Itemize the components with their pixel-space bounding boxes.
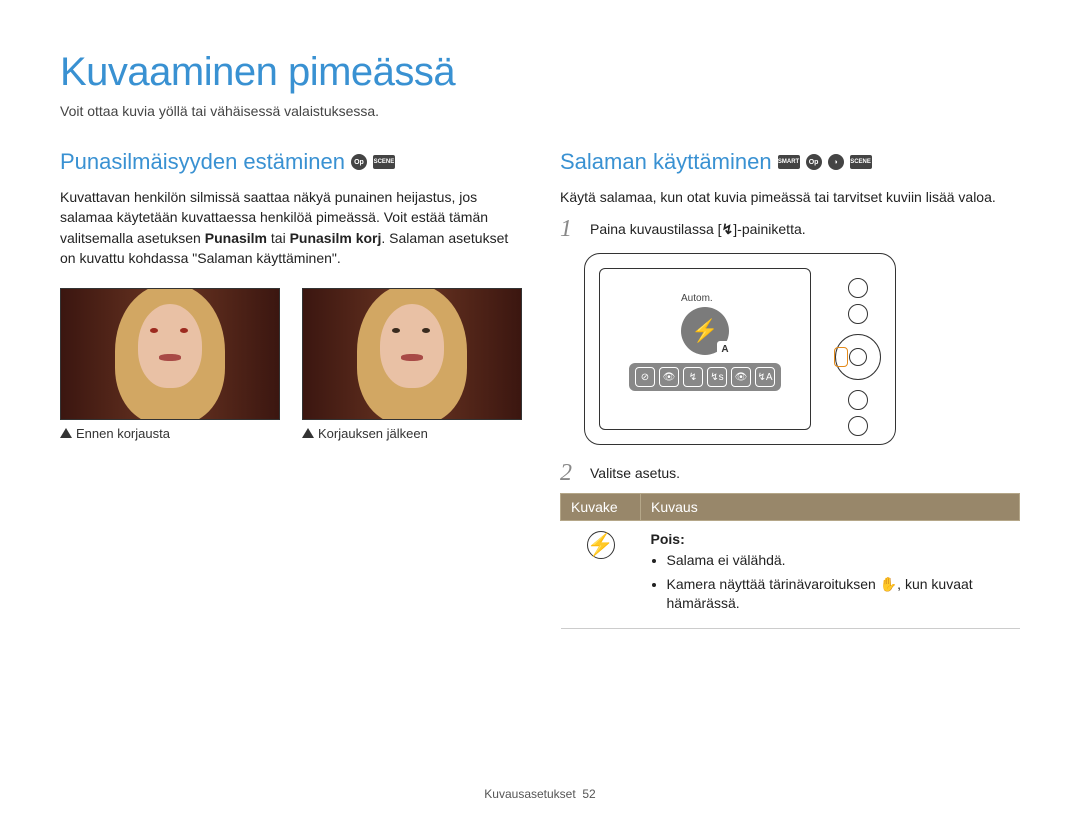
mode-icon-program: Op xyxy=(351,154,367,170)
flash-auto-badge: A xyxy=(717,341,733,357)
row0-b2-a: Kamera näyttää tärinävaroituksen xyxy=(667,576,880,592)
flash-heading-text: Salaman käyttäminen xyxy=(560,149,772,175)
flash-button-icon: ↯ xyxy=(722,221,734,238)
flash-mode-big-icon: ⚡ A xyxy=(681,307,729,355)
flash-heading: Salaman käyttäminen SMART Op ◑ SCENE xyxy=(560,149,1020,175)
step-1-number: 1 xyxy=(560,217,580,241)
step-1-text: Paina kuvaustilassa [↯]-painiketta. xyxy=(590,221,1020,238)
table-row: ⚡ Pois: Salama ei välähdä. Kamera näyttä… xyxy=(561,521,1020,629)
camera-dpad xyxy=(835,334,881,380)
step-2-text: Valitse asetus. xyxy=(590,465,1020,481)
flash-option-auto-icon: ↯A xyxy=(755,367,775,387)
flash-option-slow-icon: ↯s xyxy=(707,367,727,387)
redeye-bold-2: Punasilm korj xyxy=(290,230,382,246)
camera-side-buttons xyxy=(835,278,881,436)
camera-screen: Autom. ⚡ A ⊘ 👁 ↯ ↯s 👁 ↯A xyxy=(599,268,811,430)
caption-after-text: Korjauksen jälkeen xyxy=(318,426,428,441)
flash-mode-strip: ⊘ 👁 ↯ ↯s 👁 ↯A xyxy=(629,363,781,391)
camera-button-1 xyxy=(848,278,868,298)
flash-intro: Käytä salamaa, kun otat kuvia pimeässä t… xyxy=(560,187,1020,207)
mode-icon-dual: ◑ xyxy=(828,154,844,170)
redeye-heading-text: Punasilmäisyyden estäminen xyxy=(60,149,345,175)
caption-marker-icon xyxy=(60,426,72,441)
th-icon: Kuvake xyxy=(561,494,641,521)
camera-dpad-left-highlight xyxy=(834,347,848,367)
caption-after: Korjauksen jälkeen xyxy=(302,426,520,441)
flash-option-off-icon: ⊘ xyxy=(635,367,655,387)
step1-a: Paina kuvaustilassa [ xyxy=(590,221,722,237)
caption-marker-icon xyxy=(302,426,314,441)
row-off-bullet-2: Kamera näyttää tärinävaroituksen ✋, kun … xyxy=(667,575,1010,614)
sample-photo-before xyxy=(60,288,280,420)
step-2-number: 2 xyxy=(560,461,580,485)
step-2: 2 Valitse asetus. xyxy=(560,461,1020,485)
step1-b: ]-painiketta. xyxy=(733,221,805,237)
mode-icon-scene: SCENE xyxy=(850,155,872,169)
row-desc-off: Pois: Salama ei välähdä. Kamera näyttää … xyxy=(641,521,1020,629)
redeye-text-b: tai xyxy=(267,230,290,246)
camera-button-2 xyxy=(848,304,868,324)
camera-illustration: Autom. ⚡ A ⊘ 👁 ↯ ↯s 👁 ↯A xyxy=(584,253,896,445)
th-desc: Kuvaus xyxy=(641,494,1020,521)
row-off-bullet-1: Salama ei välähdä. xyxy=(667,551,1010,571)
mode-icon-smart: SMART xyxy=(778,155,800,169)
redeye-bold-1: Punasilm xyxy=(205,230,267,246)
flash-options-table: Kuvake Kuvaus ⚡ Pois: Salama ei välähdä. xyxy=(560,493,1020,629)
caption-before-text: Ennen korjausta xyxy=(76,426,170,441)
row-title-off: Pois: xyxy=(651,531,685,547)
caption-before: Ennen korjausta xyxy=(60,426,278,441)
mode-icon-scene: SCENE xyxy=(373,155,395,169)
flash-off-icon: ⚡ xyxy=(587,531,615,559)
flash-mode-label: Autom. xyxy=(681,293,713,304)
page-subtitle: Voit ottaa kuvia yöllä tai vähäisessä va… xyxy=(60,103,1020,119)
footer-page: 52 xyxy=(582,787,595,801)
flash-option-redeyefix-icon: 👁 xyxy=(731,367,751,387)
flash-option-redeye-icon: 👁 xyxy=(659,367,679,387)
camera-button-4 xyxy=(848,416,868,436)
page-title: Kuvaaminen pimeässä xyxy=(60,50,1020,95)
sample-photo-after xyxy=(302,288,522,420)
camera-button-3 xyxy=(848,390,868,410)
redeye-heading: Punasilmäisyyden estäminen Op SCENE xyxy=(60,149,520,175)
step-1: 1 Paina kuvaustilassa [↯]-painiketta. xyxy=(560,217,1020,241)
row-icon-off: ⚡ xyxy=(561,521,641,629)
page-footer: Kuvausasetukset 52 xyxy=(484,787,595,801)
footer-section: Kuvausasetukset xyxy=(484,787,575,801)
mode-icon-program: Op xyxy=(806,154,822,170)
camera-shake-icon: ✋ xyxy=(880,575,897,595)
flash-option-fill-icon: ↯ xyxy=(683,367,703,387)
redeye-paragraph: Kuvattavan henkilön silmissä saattaa näk… xyxy=(60,187,520,268)
